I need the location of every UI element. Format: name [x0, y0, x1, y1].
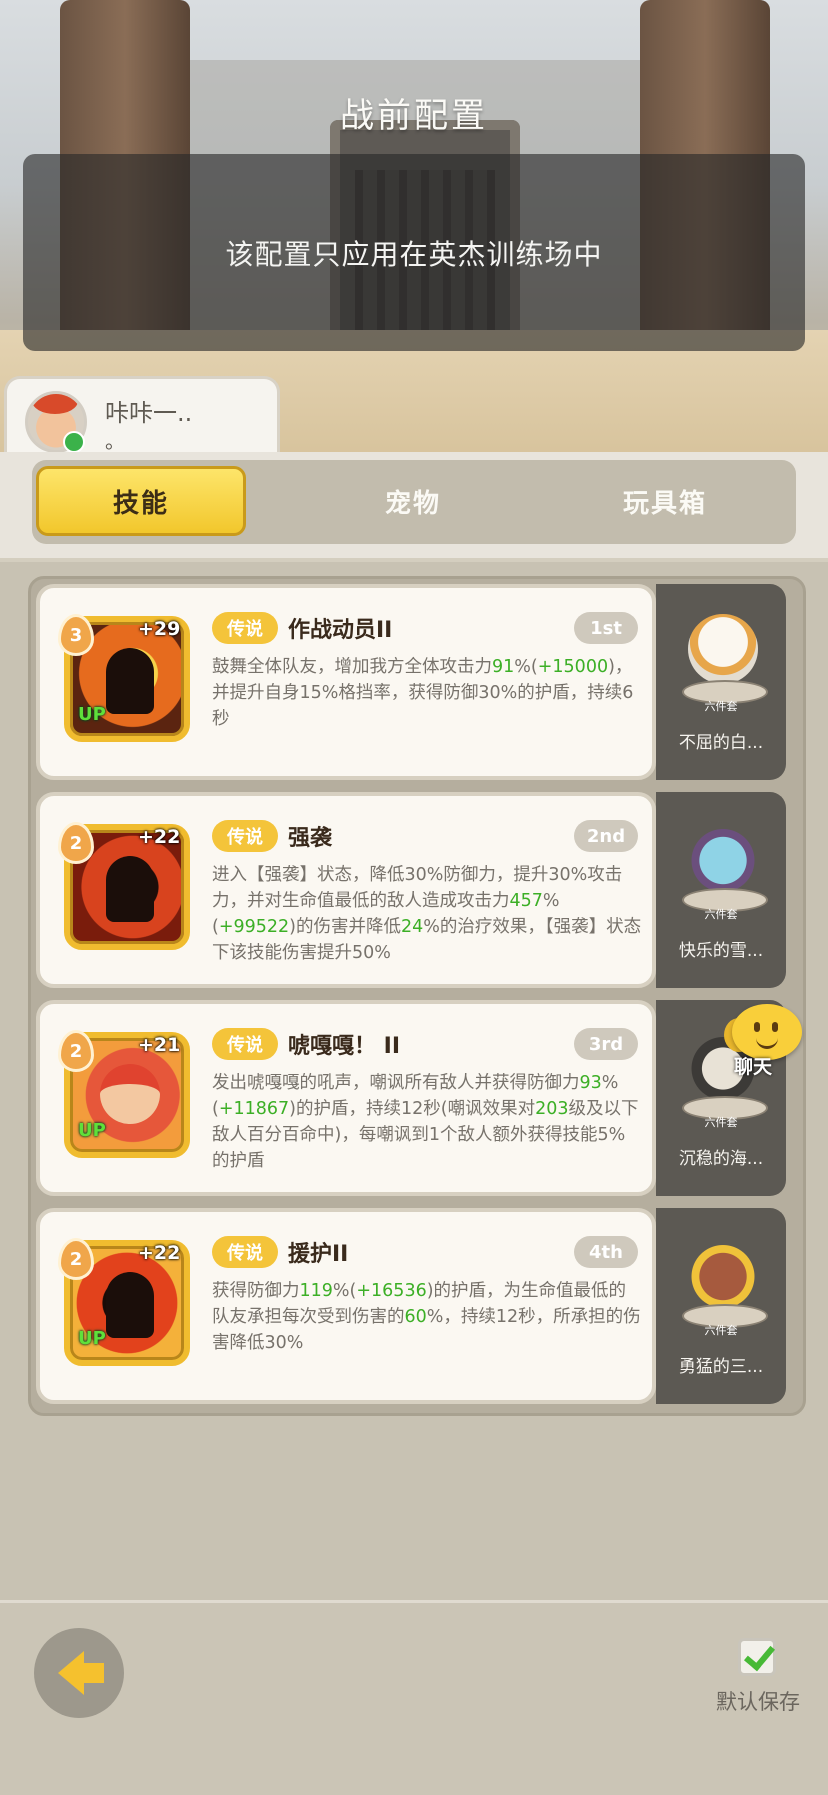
rarity-badge: 传说: [212, 612, 278, 644]
level-badge: 2: [58, 1030, 94, 1072]
description-text: %(: [332, 1281, 357, 1301]
online-badge-icon: [63, 431, 85, 453]
level-badge: 2: [58, 822, 94, 864]
pet-set-label: 六件套: [704, 1324, 738, 1337]
tab-bar: 技能 宠物 玩具箱: [32, 460, 796, 544]
back-arrow-icon: [58, 1651, 104, 1695]
description-text: )的护盾，持续12秒(嘲讽效果对: [289, 1099, 536, 1119]
skill-name: 援护II: [288, 1242, 349, 1267]
rank-badge: 3rd: [574, 1028, 638, 1060]
skill-name: 作战动员II: [288, 618, 393, 643]
upgrade-tag: UP: [78, 1120, 106, 1141]
bonus-level: +29: [138, 618, 181, 640]
pet-name: 勇猛的三...: [678, 1357, 764, 1377]
highlight-value: 91: [492, 657, 515, 677]
highlight-value: +150: [537, 657, 586, 677]
highlight-value: +99522: [218, 917, 290, 937]
notice-banner: 该配置只应用在英杰训练场中: [23, 154, 805, 351]
player-name: 咔咔一..: [105, 399, 193, 427]
page-title: 战前配置: [340, 96, 488, 136]
skill-description: 获得防御力119%(+16536)的护盾，为生命值最低的队友承担每次受到伤害的6…: [212, 1278, 642, 1356]
chat-label[interactable]: 聊天: [734, 1052, 772, 1079]
skill-card[interactable]: 3 +29 UP 传说 作战动员II 1st 鼓舞全体队友，增加我方全体攻击力9…: [36, 584, 656, 780]
highlight-value: 203: [535, 1099, 569, 1119]
tab-skills[interactable]: 技能: [36, 466, 246, 536]
skill-card[interactable]: 2 +22 UP 传说 援护II 4th 获得防御力119%(+16536)的护…: [36, 1208, 656, 1404]
description-text: 发出唬嘎嘎的吼声，嘲讽所有敌人并获得防御力: [212, 1073, 580, 1093]
level-badge: 2: [58, 1238, 94, 1280]
rarity-badge: 传说: [212, 1236, 278, 1268]
pet-name: 沉稳的海...: [678, 1149, 764, 1169]
beast-pet-icon: [688, 1238, 758, 1308]
highlight-value: 60: [404, 1307, 427, 1327]
description-text: %(: [514, 657, 538, 677]
warrior-silhouette-icon: [106, 648, 154, 714]
description-text: 鼓舞全体队友，增加我方全体攻击力: [212, 657, 492, 677]
skill-card[interactable]: 2 +21 UP 传说 唬嘎嘎！ II 3rd 发出唬嘎嘎的吼声，嘲讽所有敌人并…: [36, 1000, 656, 1196]
highlight-value: +16536: [356, 1281, 427, 1301]
bonus-level: +21: [138, 1034, 181, 1056]
bonus-level: +22: [138, 826, 181, 848]
upgrade-tag: UP: [78, 1328, 106, 1349]
skill-card[interactable]: 2 +22 传说 强袭 2nd 进入【强袭】状态，降低30%防御力，提升30%攻…: [36, 792, 656, 988]
shouting-face-icon: [100, 1064, 160, 1124]
pet-slot[interactable]: 六件套 快乐的雪...: [656, 792, 786, 988]
pet-set-label: 六件套: [704, 1116, 738, 1129]
bottom-bar: [0, 1600, 828, 1795]
highlight-value: 24: [401, 917, 424, 937]
highlight-value: 00: [585, 657, 609, 677]
tab-toybox[interactable]: 玩具箱: [560, 466, 770, 536]
goat-pet-icon: [688, 614, 758, 684]
highlight-value: 457: [509, 891, 543, 911]
description-text: )的伤害并降低: [289, 917, 401, 937]
rarity-badge: 传说: [212, 820, 278, 852]
skill-name: 强袭: [288, 826, 333, 851]
pet-set-label: 六件套: [704, 908, 738, 921]
rank-badge: 1st: [574, 612, 638, 644]
bonus-level: +22: [138, 1242, 181, 1264]
pet-slot[interactable]: 六件套 勇猛的三...: [656, 1208, 786, 1404]
default-save-checkbox[interactable]: [738, 1638, 776, 1676]
skill-description: 鼓舞全体队友，增加我方全体攻击力91%(+15000)，并提升自身15%格挡率，…: [212, 654, 642, 732]
back-button[interactable]: [34, 1628, 124, 1718]
pet-name: 快乐的雪...: [678, 941, 764, 961]
snow-pet-icon: [688, 822, 758, 892]
raider-silhouette-icon: [106, 856, 154, 922]
pet-set-label: 六件套: [704, 700, 738, 713]
highlight-value: 119: [299, 1281, 333, 1301]
tab-pets[interactable]: 宠物: [308, 466, 518, 536]
description-text: 进入【强袭】状态，降低30%防御力，提升30%攻击力，并对生命值最低的敌人造成攻…: [212, 865, 623, 911]
skill-description: 进入【强袭】状态，降低30%防御力，提升30%攻击力，并对生命值最低的敌人造成攻…: [212, 862, 642, 966]
highlight-value: 93: [579, 1073, 602, 1093]
skill-description: 发出唬嘎嘎的吼声，嘲讽所有敌人并获得防御力93%(+11867)的护盾，持续12…: [212, 1070, 642, 1174]
description-text: 获得防御力: [212, 1281, 300, 1301]
pet-name: 不屈的白...: [678, 733, 764, 753]
rank-badge: 2nd: [574, 820, 638, 852]
pet-slot[interactable]: 六件套 不屈的白...: [656, 584, 786, 780]
level-badge: 3: [58, 614, 94, 656]
default-save-label[interactable]: 默认保存: [716, 1686, 800, 1716]
notice-text: 该配置只应用在英杰训练场中: [225, 237, 603, 271]
rarity-badge: 传说: [212, 1028, 278, 1060]
rank-badge: 4th: [574, 1236, 638, 1268]
upgrade-tag: UP: [78, 704, 106, 725]
skill-name: 唬嘎嘎！ II: [288, 1034, 401, 1059]
highlight-value: +11867: [218, 1099, 290, 1119]
player-subtitle: 。: [105, 429, 125, 453]
guardian-silhouette-icon: [106, 1272, 154, 1338]
